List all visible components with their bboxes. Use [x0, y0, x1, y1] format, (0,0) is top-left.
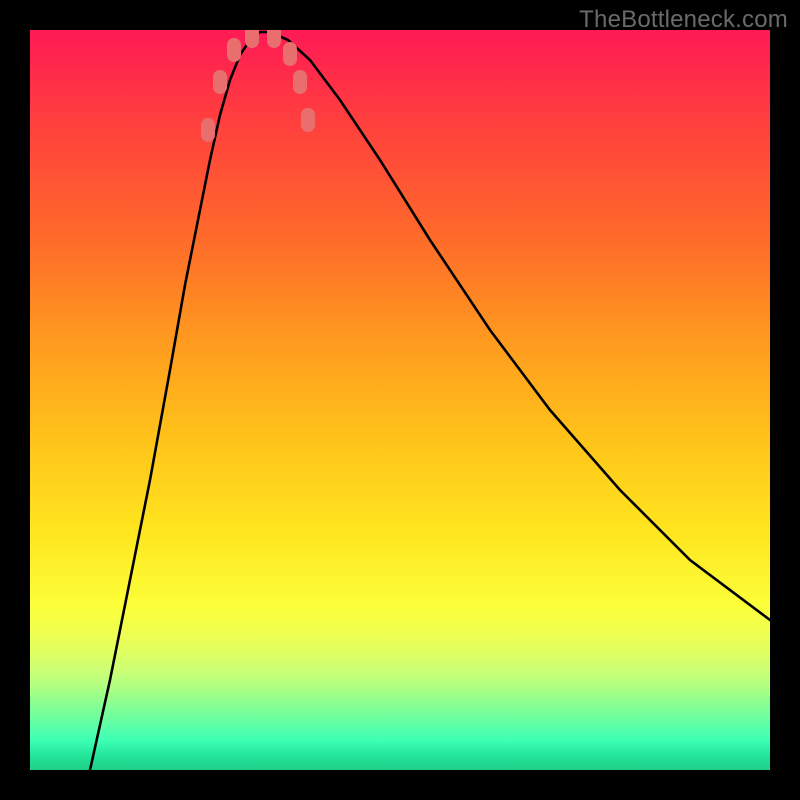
- marker-dot: [227, 38, 241, 62]
- curve-svg: [30, 30, 770, 770]
- marker-dot: [267, 30, 281, 48]
- bottleneck-curve: [90, 32, 770, 770]
- marker-dot: [301, 108, 315, 132]
- marker-dot: [213, 70, 227, 94]
- marker-dot: [245, 30, 259, 48]
- marker-dot: [293, 70, 307, 94]
- marker-dot: [201, 118, 215, 142]
- chart-frame: TheBottleneck.com: [0, 0, 800, 800]
- plot-area: [30, 30, 770, 770]
- marker-dot: [283, 42, 297, 66]
- watermark-text: TheBottleneck.com: [579, 6, 788, 34]
